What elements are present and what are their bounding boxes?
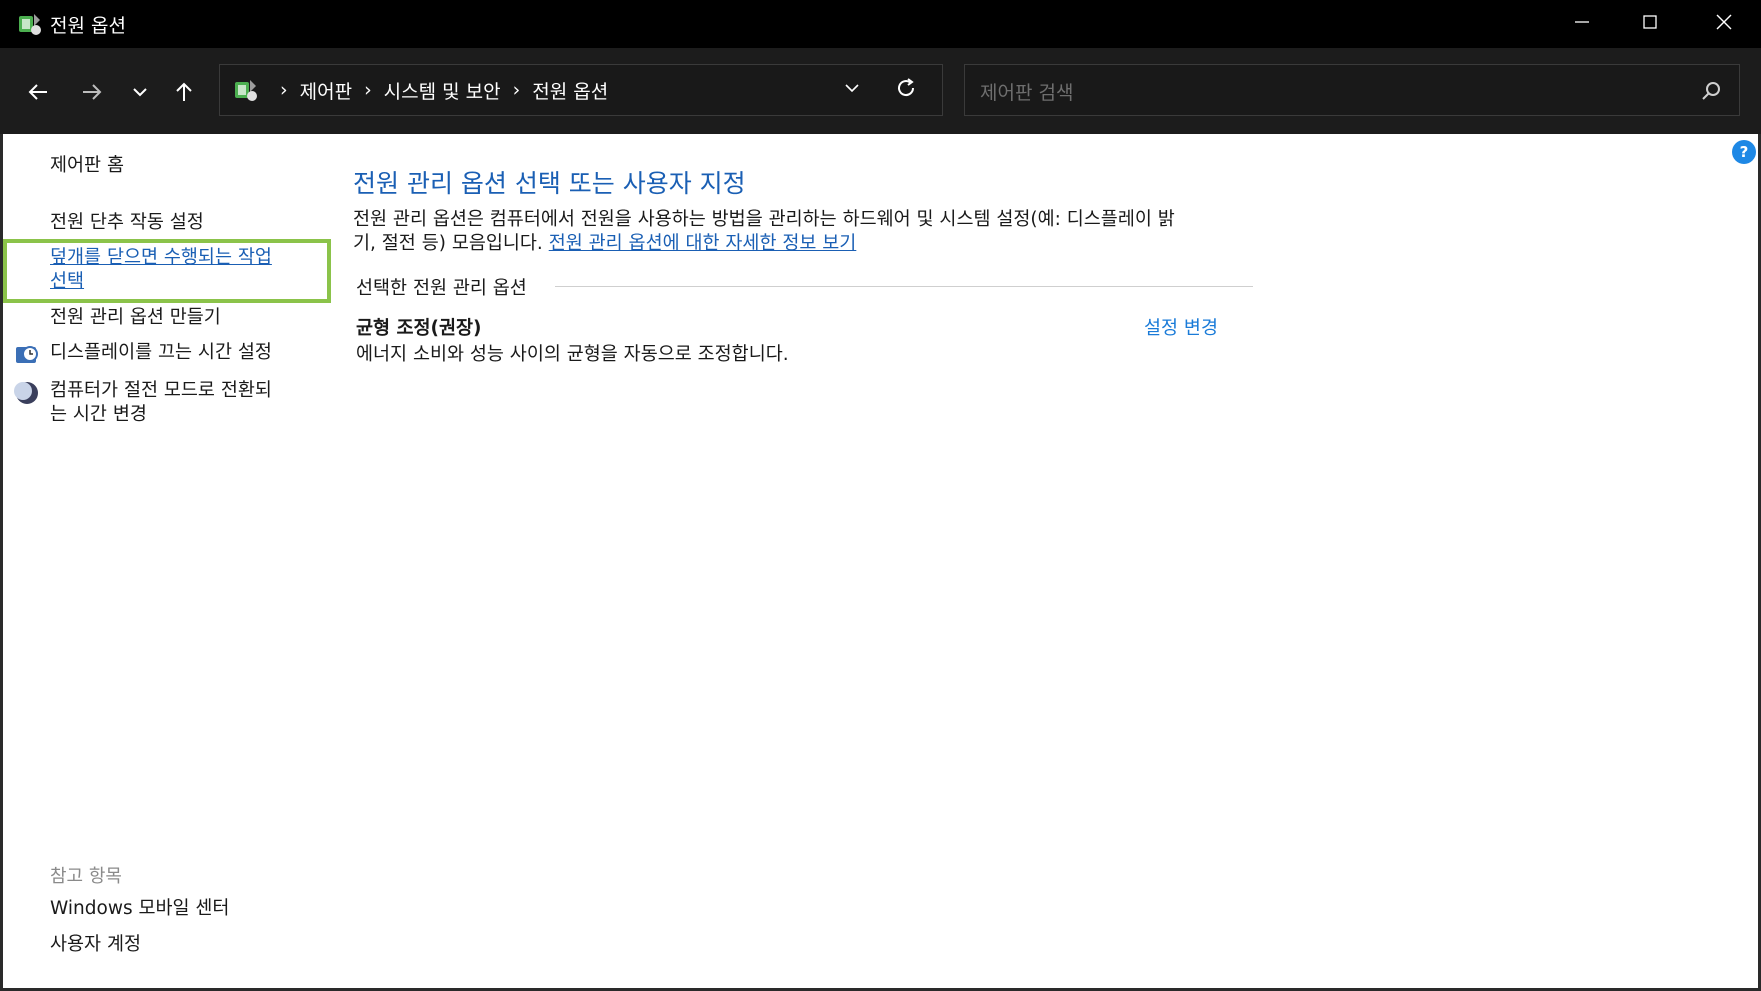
search-input[interactable]: 제어판 검색 [964,64,1740,116]
sidebar-item-lid-close-action[interactable]: 덮개를 닫으면 수행되는 작업 선택 [50,246,320,294]
navigation-bar: › 제어판 › 시스템 및 보안 › 전원 옵션 제어판 검색 [0,48,1761,134]
breadcrumb: › 제어판 › 시스템 및 보안 › 전원 옵션 [268,65,608,115]
sidebar-item-label: 컴퓨터가 절전 모드로 전환되 [50,380,272,401]
maximize-button[interactable] [1614,0,1686,48]
minimize-button[interactable] [1546,0,1618,48]
sidebar-item-control-panel-home[interactable]: 제어판 홈 [50,154,124,178]
sidebar-item-sleep-time[interactable]: 컴퓨터가 절전 모드로 전환되 는 시간 변경 [50,379,330,427]
maximize-icon [1642,14,1658,34]
chevron-down-icon [132,84,148,104]
see-also-item-mobility-center[interactable]: Windows 모바일 센터 [50,897,229,921]
help-icon: ? [1739,143,1749,161]
up-button[interactable] [166,76,202,112]
change-settings-link[interactable]: 설정 변경 [1144,314,1218,340]
description-line: 전원 관리 옵션은 컴퓨터에서 전원을 사용하는 방법을 관리하는 하드웨어 및… [353,209,1175,230]
sidebar-item-create-power-plan[interactable]: 전원 관리 옵션 만들기 [50,306,221,330]
sidebar-item-label: 덮개를 닫으면 수행되는 작업 [50,247,272,268]
back-button[interactable] [20,76,56,112]
address-bar[interactable]: › 제어판 › 시스템 및 보안 › 전원 옵션 [219,64,943,116]
arrow-up-icon [173,81,195,107]
close-icon [1716,14,1732,34]
title-bar: 전원 옵션 [0,0,1761,48]
learn-more-link[interactable]: 전원 관리 옵션에 대한 자세한 정보 보기 [549,233,857,254]
description-line: 기, 절전 등) 모음입니다. 전원 관리 옵션에 대한 자세한 정보 보기 [353,232,1253,256]
arrow-right-icon [81,81,103,107]
plan-name: 균형 조정(권장) [356,318,482,339]
window-title: 전원 옵션 [50,15,126,37]
breadcrumb-item-power-options[interactable]: 전원 옵션 [532,77,608,104]
chevron-right-icon: › [280,79,288,101]
refresh-icon [895,77,917,103]
page-title: 전원 관리 옵션 선택 또는 사용자 지정 [353,169,746,198]
see-also-heading: 참고 항목 [50,866,122,887]
breadcrumb-item-control-panel[interactable]: 제어판 [300,77,352,104]
display-clock-icon [14,342,40,368]
see-also-item-user-accounts[interactable]: 사용자 계정 [50,933,141,957]
chevron-right-icon: › [364,79,372,101]
section-divider [555,286,1253,287]
address-dropdown-button[interactable] [834,73,870,107]
breadcrumb-item-system-security[interactable]: 시스템 및 보안 [384,77,501,104]
sidebar: 제어판 홈 전원 단추 작동 설정 덮개를 닫으면 수행되는 작업 선택 전원 … [0,134,340,991]
sidebar-item-label: 는 시간 변경 [50,404,147,425]
search-placeholder: 제어판 검색 [980,82,1074,104]
sleep-moon-icon [14,380,40,406]
arrow-left-icon [27,81,49,107]
recent-locations-button[interactable] [122,76,158,112]
refresh-button[interactable] [888,73,924,107]
control-panel-icon [232,76,260,104]
plan-description: 에너지 소비와 성능 사이의 균형을 자동으로 조정합니다. [356,344,789,365]
description-text: 기, 절전 등) 모음입니다. [353,233,543,254]
forward-button[interactable] [74,76,110,112]
search-icon[interactable] [1699,79,1723,103]
sidebar-item-display-off-time[interactable]: 디스플레이를 끄는 시간 설정 [50,341,272,365]
help-button[interactable]: ? [1732,140,1756,164]
section-label: 선택한 전원 관리 옵션 [356,278,527,299]
sidebar-item-power-button-settings[interactable]: 전원 단추 작동 설정 [50,211,204,235]
page-description: 전원 관리 옵션은 컴퓨터에서 전원을 사용하는 방법을 관리하는 하드웨어 및… [353,208,1253,256]
sidebar-item-label: 선택 [50,271,85,292]
power-options-icon [16,10,44,38]
chevron-down-icon [844,80,860,100]
close-button[interactable] [1688,0,1760,48]
chevron-right-icon: › [512,79,521,101]
minimize-icon [1574,14,1590,34]
window-border [0,134,3,991]
